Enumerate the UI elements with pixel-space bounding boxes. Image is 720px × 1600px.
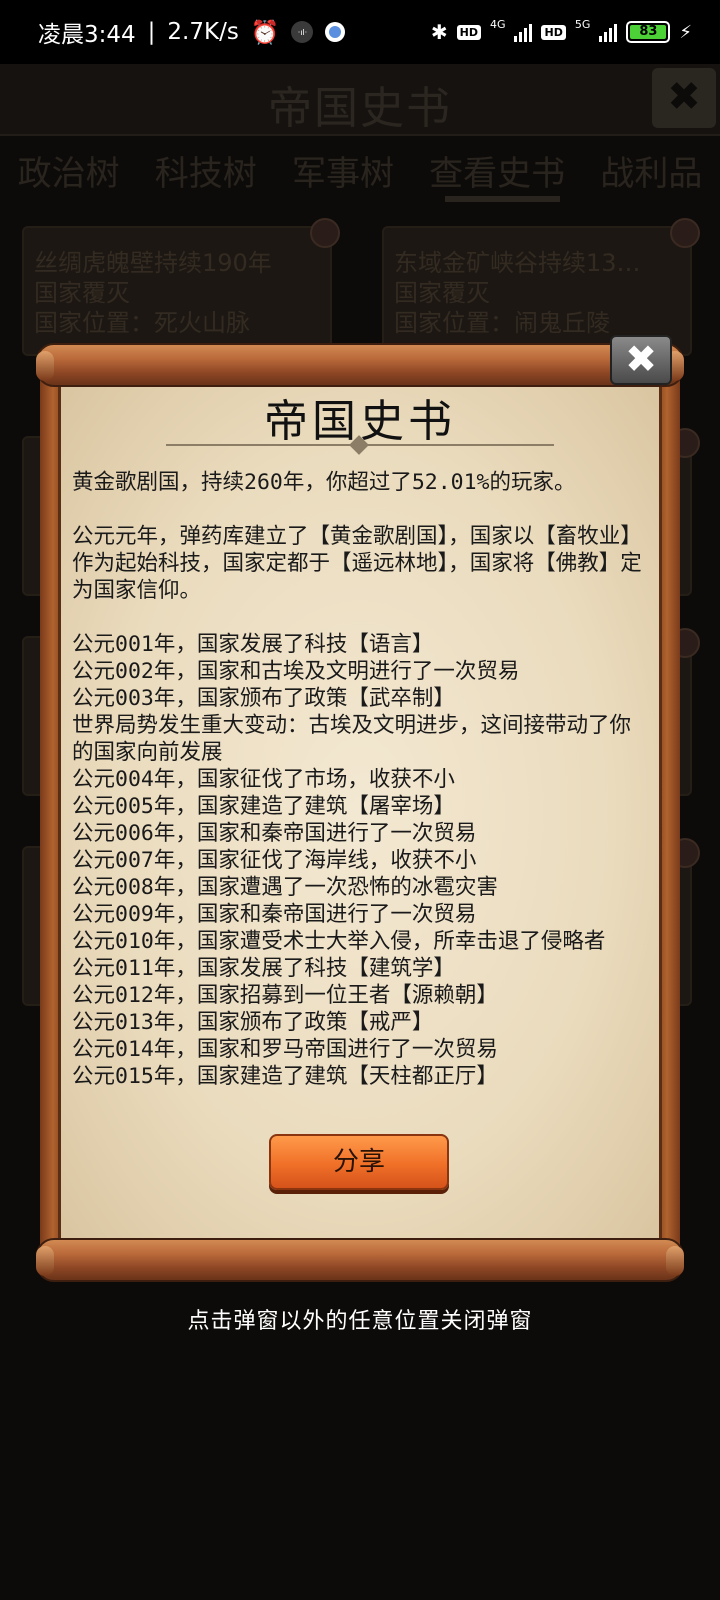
media-icon: ·ıl· [291, 21, 314, 43]
signal-bars-2-icon [599, 22, 618, 42]
background-close-icon: ✖ [652, 68, 716, 128]
battery-level: 83 [630, 25, 667, 39]
scroll-roller-bottom [36, 1238, 684, 1282]
history-event-list: 公元001年，国家发展了科技【语言】 公元002年，国家和古埃及文明进行了一次贸易… [72, 631, 642, 1090]
history-event: 公元005年，国家建造了建筑【屠宰场】 [72, 794, 455, 819]
bg-card-line: 国家覆灭 [394, 279, 490, 307]
bg-card-line: 国家位置：闹鬼丘陵 [394, 309, 610, 337]
share-button[interactable]: 分享 [269, 1134, 449, 1190]
history-event: 公元012年，国家招募到一位王者【源赖朝】 [72, 983, 498, 1008]
close-hint: 点击弹窗以外的任意位置关闭弹窗 [187, 1309, 533, 1334]
history-event: 公元007年，国家征伐了海岸线，收获不小 [72, 848, 477, 873]
close-icon[interactable]: ✖ [610, 335, 672, 385]
bg-card-close-icon [310, 218, 340, 248]
history-event: 世界局势发生重大变动：古埃及文明进步，这间接带动了你的国家向前发展 [72, 713, 632, 765]
background-title: 帝国史书 [268, 83, 452, 134]
bg-card-line: 丝绸虎魄壁持续190年 [34, 249, 272, 277]
clock: 凌晨3:44 [38, 22, 136, 48]
history-event: 公元010年，国家遭受术士大举入侵，所幸击退了侵略者 [72, 929, 606, 954]
history-intro: 公元元年，弹药库建立了【黄金歌剧国】，国家以【畜牧业】作为起始科技，国家定都于【… [72, 524, 642, 603]
network-speed: 2.7K/s [167, 19, 239, 45]
app-notification-icon [325, 22, 346, 42]
history-event: 公元004年，国家征伐了市场，收获不小 [72, 767, 455, 792]
charging-icon: ⚡ [679, 21, 692, 43]
history-event: 公元011年，国家发展了科技【建筑学】 [72, 956, 455, 981]
separator: | [147, 19, 156, 45]
history-event: 公元008年，国家遭遇了一次恐怖的冰雹灾害 [72, 875, 498, 900]
history-event: 公元013年，国家颁布了政策【戒严】 [72, 1010, 434, 1035]
bg-tab-tech: 科技树 [154, 154, 257, 194]
alarm-icon: ⏰ [250, 19, 280, 46]
history-event: 公元009年，国家和秦帝国进行了一次贸易 [72, 902, 477, 927]
bg-card-text: 丝绸虎魄壁持续190年 国家覆灭 国家位置：死火山脉 [34, 248, 272, 338]
history-dialog: 帝国史书 ✖ 黄金歌剧国，持续260年，你超过了52.01%的玩家。 公元元年，… [36, 335, 684, 1285]
status-bar: 凌晨3:44 | 2.7K/s ⏰ ·ıl· ✱ HD 4G HD 5G 83 … [0, 0, 720, 64]
battery-icon: 83 [626, 21, 671, 43]
scroll-roller-top [36, 343, 684, 387]
background-header: 帝国史书 ✖ [0, 64, 720, 136]
bg-card-line: 东域金矿峡谷持续13… [394, 249, 641, 277]
signal-bars-1-icon [514, 22, 533, 42]
status-right: ✱ HD 4G HD 5G 83 ⚡ [430, 17, 692, 45]
network-5g-label: 5G [574, 17, 591, 31]
history-event: 公元014年，国家和罗马帝国进行了一次贸易 [72, 1037, 498, 1062]
background-tabs: 政治树 科技树 军事树 查看史书 战利品 [0, 146, 720, 206]
bg-tab-spoils: 战利品 [600, 154, 703, 194]
history-event: 公元002年，国家和古埃及文明进行了一次贸易 [72, 659, 520, 684]
bg-tab-politics: 政治树 [17, 154, 120, 194]
status-left: 凌晨3:44 | 2.7K/s ⏰ ·ıl· [38, 15, 346, 49]
bg-tab-military: 军事树 [291, 154, 394, 194]
history-event: 公元015年，国家建造了建筑【天柱都正厅】 [72, 1064, 498, 1089]
bg-card-line: 国家位置：死火山脉 [34, 309, 250, 337]
history-event: 公元003年，国家颁布了政策【武卒制】 [72, 686, 455, 711]
bluetooth-icon: ✱ [430, 20, 448, 44]
history-event: 公元001年，国家发展了科技【语言】 [72, 632, 434, 657]
history-summary: 黄金歌剧国，持续260年，你超过了52.01%的玩家。 [72, 470, 576, 495]
hd-badge-2: HD [541, 24, 566, 40]
network-4g-label: 4G [489, 17, 506, 31]
history-text-scroll[interactable]: 黄金歌剧国，持续260年，你超过了52.01%的玩家。 公元元年，弹药库建立了【… [72, 469, 642, 1094]
bg-card-line: 国家覆灭 [34, 279, 130, 307]
history-event: 公元006年，国家和秦帝国进行了一次贸易 [72, 821, 477, 846]
bg-card-close-icon [670, 218, 700, 248]
bg-card-text: 东域金矿峡谷持续13… 国家覆灭 国家位置：闹鬼丘陵 [394, 248, 641, 338]
bg-tab-underline [445, 196, 560, 202]
hd-badge-1: HD [456, 24, 481, 40]
bg-history-card: 丝绸虎魄壁持续190年 国家覆灭 国家位置：死火山脉 [22, 218, 340, 356]
